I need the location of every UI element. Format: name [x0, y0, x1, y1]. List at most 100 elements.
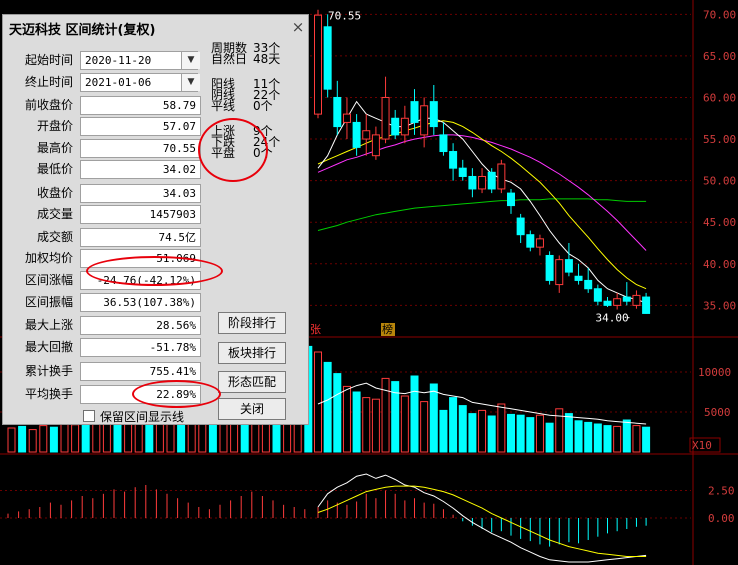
- candle-up: [535, 238, 544, 248]
- volume-bar-down: [410, 375, 419, 453]
- candle-up: [613, 298, 622, 306]
- volume-bar-down: [564, 413, 573, 453]
- stat-label-1: 自然日: [211, 52, 248, 66]
- volume-bar-up: [420, 401, 429, 453]
- candle-down: [439, 134, 448, 153]
- volume-unit-label: X10: [692, 439, 712, 452]
- volume-bar-down: [352, 391, 361, 453]
- field-value: 2021-01-06: [85, 76, 152, 89]
- price-tick-label: 45.00: [703, 216, 736, 229]
- candle-up: [555, 259, 564, 286]
- close-icon[interactable]: ×: [291, 20, 305, 35]
- volume-bar-up: [400, 395, 409, 453]
- value-field-13: -51.78%: [80, 338, 201, 357]
- pattern-match-button[interactable]: 形态匹配: [218, 371, 286, 393]
- field-value: -24.76(-42.12%): [96, 274, 196, 287]
- volume-bar-up: [362, 397, 371, 453]
- row-label-9: 加权均价: [24, 251, 73, 265]
- keep-interval-lines-checkbox[interactable]: [83, 410, 95, 422]
- value-field-11: 36.53(107.38%): [80, 293, 201, 312]
- row-label-15: 平均换手: [24, 387, 73, 401]
- candle-down: [333, 96, 342, 128]
- marker-bang: 榜: [382, 322, 393, 336]
- value-field-5: 34.02: [80, 160, 201, 179]
- volume-bar-down: [593, 423, 602, 453]
- stat-value-7: 0个: [253, 146, 273, 160]
- field-value: -51.78%: [149, 341, 196, 354]
- row-label-4: 最高价: [36, 141, 73, 155]
- volume-bar-down: [333, 373, 342, 453]
- candle-down: [526, 234, 535, 248]
- candle-down: [352, 121, 361, 148]
- max-price-label: 70.55: [328, 10, 361, 23]
- volume-bar-down: [458, 405, 467, 453]
- volume-bar-prior: [39, 425, 48, 453]
- candle-down: [429, 101, 438, 128]
- value-field-12: 28.56%: [80, 316, 201, 335]
- candle-down: [449, 151, 458, 169]
- row-label-3: 开盘价: [36, 119, 73, 133]
- candle-up: [371, 134, 380, 157]
- stat-label-4: 平线: [211, 99, 236, 113]
- row-label-1: 终止时间: [24, 75, 73, 89]
- candle-up: [362, 130, 371, 140]
- volume-bar-up: [555, 408, 564, 453]
- field-value: 755.41%: [149, 365, 196, 378]
- candle-down: [468, 175, 477, 190]
- candle-down: [584, 279, 593, 290]
- volume-bar-up: [314, 351, 322, 453]
- field-value: 34.03: [162, 187, 196, 200]
- field-value: 57.07: [162, 120, 196, 133]
- price-tick-label: 50.00: [703, 175, 736, 188]
- field-value: 34.02: [162, 163, 196, 176]
- row-label-2: 前收盘价: [24, 98, 73, 112]
- volume-bar-prior: [49, 426, 58, 453]
- field-value: 70.55: [162, 142, 196, 155]
- stat-value-1: 48天: [253, 52, 281, 66]
- volume-bar-down: [574, 420, 583, 453]
- value-field-8: 74.5亿: [80, 228, 201, 247]
- volume-bar-down: [323, 361, 332, 453]
- value-field-9: 51.069: [80, 249, 201, 268]
- field-value: 36.53(107.38%): [103, 296, 196, 309]
- volume-bar-prior: [81, 421, 90, 453]
- volume-bar-down: [584, 421, 593, 453]
- min-price-label: 34.00: [596, 312, 629, 325]
- ma60-line: [317, 198, 647, 231]
- volume-bar-down: [603, 425, 612, 453]
- candle-up: [632, 294, 641, 306]
- volume-bar-down: [449, 397, 458, 453]
- value-field-4: 70.55: [80, 139, 201, 158]
- volume-bar-prior: [71, 424, 80, 453]
- volume-bar-down: [642, 426, 651, 453]
- row-label-14: 累计换手: [24, 364, 73, 378]
- candle-down: [564, 259, 573, 273]
- price-tick-label: 40.00: [703, 258, 736, 271]
- chevron-down-icon[interactable]: ▼: [181, 52, 200, 69]
- candle-down: [458, 167, 467, 177]
- sector-rank-button[interactable]: 板块排行: [218, 342, 286, 364]
- dialog-title: 天迈科技 区间统计(复权): [9, 23, 156, 38]
- candle-down: [593, 288, 602, 302]
- candle-down: [323, 26, 332, 90]
- candle-up: [381, 96, 390, 140]
- volume-bar-up: [632, 425, 641, 453]
- row-label-12: 最大上涨: [24, 318, 73, 332]
- volume-bar-down: [487, 415, 496, 453]
- field-value: 28.56%: [156, 319, 196, 332]
- close-button[interactable]: 关闭: [218, 398, 286, 420]
- stage-rank-button[interactable]: 阶段排行: [218, 312, 286, 334]
- value-field-3: 57.07: [80, 117, 201, 136]
- marker-zhang: 张: [310, 323, 321, 336]
- volume-bar-up: [613, 425, 622, 453]
- candle-up: [420, 105, 429, 136]
- field-value: 1457903: [149, 208, 196, 221]
- candle-down: [622, 296, 631, 302]
- stat-label-7: 平盘: [211, 146, 236, 160]
- chevron-down-icon[interactable]: ▼: [181, 74, 200, 91]
- volume-bar-down: [516, 414, 525, 453]
- price-tick-label: 70.00: [703, 8, 736, 21]
- volume-bar-prior: [7, 427, 16, 453]
- candle-up: [497, 163, 506, 190]
- volume-bar-down: [439, 409, 448, 453]
